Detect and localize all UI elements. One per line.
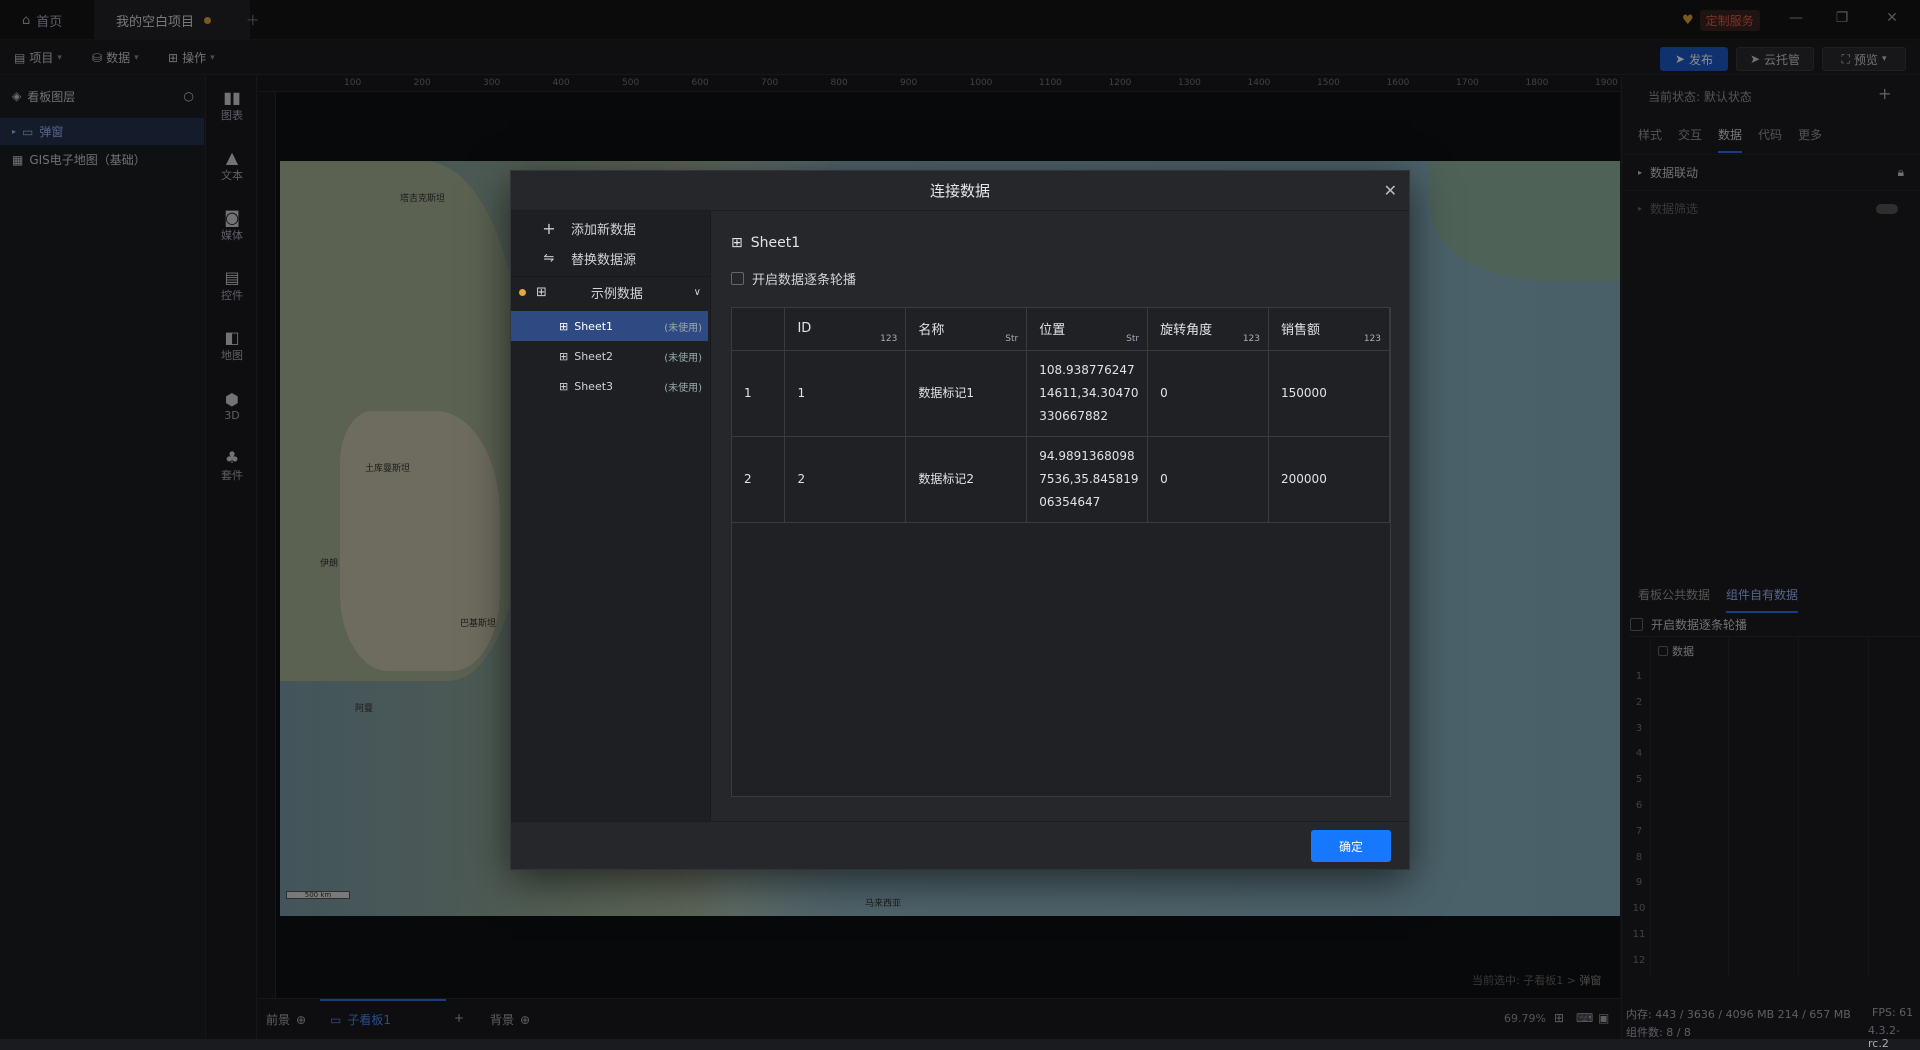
sheet-item-1[interactable]: ⊞ Sheet1 (未使用) [511, 311, 708, 341]
replace-source-button[interactable]: ⇋ 替换数据源 [511, 243, 711, 273]
checkbox[interactable] [731, 272, 744, 285]
close-icon[interactable]: ✕ [1384, 181, 1397, 200]
data-table: ID 123 名称 Str 位置 Str 旋转角度 123 销售额 123 1 1 数据标… [731, 307, 1391, 797]
table-icon: ⊞ [731, 235, 743, 251]
dialog-footer: 确定 [511, 821, 1409, 869]
sheet-title: ⊞ Sheet1 [731, 235, 801, 251]
table-row[interactable]: 2 2 数据标记2 94.98913680987536,35.845819063… [732, 436, 1390, 523]
plus-icon: + [542, 218, 556, 238]
connect-data-dialog: 连接数据 ✕ + 添加新数据 ⇋ 替换数据源 ⊞ 示例数据 ∨ ⊞ Sheet1 (未使用)… [510, 170, 1410, 870]
add-data-button[interactable]: + 添加新数据 [511, 213, 711, 243]
column-header[interactable]: 位置 Str [1026, 308, 1149, 351]
table-row[interactable]: 1 1 数据标记1 108.93877624714611,34.30470330… [732, 350, 1390, 437]
table-icon: ⊞ [559, 379, 569, 393]
confirm-button[interactable]: 确定 [1311, 830, 1391, 862]
column-header[interactable]: 旋转角度 123 [1147, 308, 1270, 351]
table-icon: ⊞ [536, 285, 547, 300]
sheet-preview: ⊞ Sheet1 开启数据逐条轮播 ID 123 名称 Str 位置 Str 旋转角度 1… [731, 211, 1391, 821]
chevron-down-icon: ∨ [693, 287, 701, 298]
table-icon: ⊞ [559, 319, 569, 333]
table-icon: ⊞ [559, 349, 569, 363]
carousel-option[interactable]: 开启数据逐条轮播 [731, 269, 856, 288]
sample-data-group[interactable]: ⊞ 示例数据 ∨ [511, 276, 711, 308]
data-source-sidebar: + 添加新数据 ⇋ 替换数据源 ⊞ 示例数据 ∨ ⊞ Sheet1 (未使用) ⊞ Sheet… [511, 211, 711, 821]
sheet-item-3[interactable]: ⊞ Sheet3 (未使用) [511, 371, 708, 401]
table-header-row: ID 123 名称 Str 位置 Str 旋转角度 123 销售额 123 [732, 308, 1390, 351]
column-header [732, 308, 786, 351]
status-dot [519, 289, 526, 296]
dialog-header: 连接数据 [511, 171, 1409, 211]
column-header[interactable]: ID 123 [784, 308, 907, 351]
sheet-item-2[interactable]: ⊞ Sheet2 (未使用) [511, 341, 708, 371]
column-header[interactable]: 名称 Str [905, 308, 1028, 351]
swap-icon: ⇋ [543, 250, 555, 266]
column-header[interactable]: 销售额 123 [1268, 308, 1390, 351]
